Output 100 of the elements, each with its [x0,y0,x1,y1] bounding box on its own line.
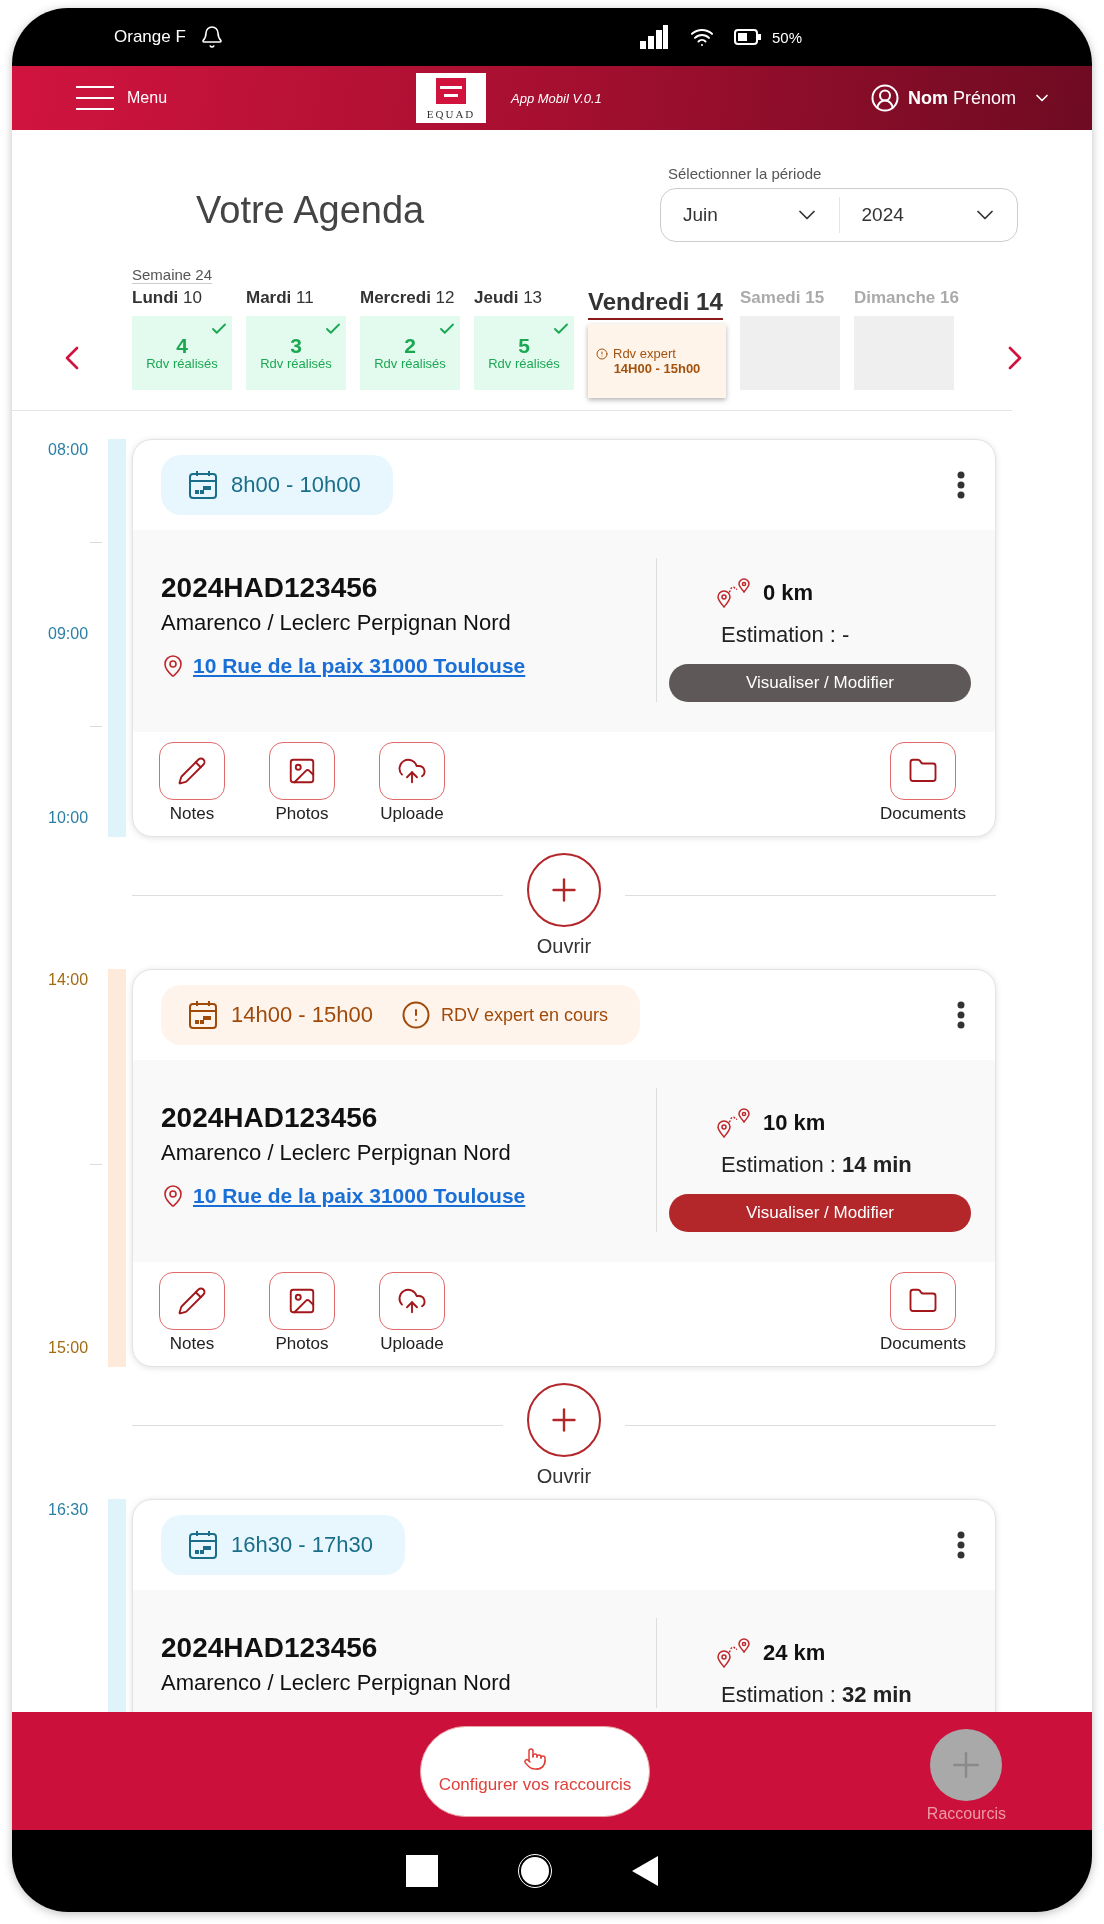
more-icon [957,471,965,499]
alert-text: RDV expert en cours [400,1000,608,1030]
day-label[interactable]: Vendredi 14 [588,288,723,320]
time-slot: 14h00 - 15h00 [231,1002,373,1028]
reference: 2024HAD123456 [161,1102,379,1134]
day-caption: Rdv réalisés [488,356,560,371]
user-name: Nom Prénom [907,87,1016,109]
open-button[interactable]: Ouvrir [503,1383,625,1488]
battery-icon [733,29,762,45]
year-select[interactable]: 2024 [839,188,1017,241]
distance: 0 km [763,580,814,606]
day-count: 3 [290,335,302,356]
tool-button[interactable]: Notes [149,1272,235,1354]
day-label[interactable]: Jeudi 13 [474,288,543,312]
page-title: Votre Agenda [196,188,425,232]
tool-button[interactable]: Documents [873,1272,973,1354]
distance: 24 km [763,1640,826,1666]
day-caption: Rdv réalisés [374,356,446,371]
tool-label: Uploade [380,804,444,824]
open-label: Ouvrir [536,935,592,958]
estimation: Estimation : 32 min [721,1682,912,1708]
tool-button[interactable]: Notes [149,742,235,824]
tool-button[interactable]: Photos [259,742,345,824]
battery-level: 50% [771,28,802,46]
view-edit-button[interactable]: Visualiser / Modifier [669,1194,971,1232]
day-caption: Rdv expert [588,346,676,361]
day-label[interactable]: Mardi 11 [246,288,314,312]
open-label: Ouvrir [536,1465,592,1488]
tool-button[interactable]: Documents [873,742,973,824]
estimation: Estimation : 14 min [721,1152,912,1178]
route-icon [717,1108,751,1138]
time-label: 08:00 [48,441,89,459]
hand-pointer-icon [523,1747,547,1771]
tool-label: Notes [169,1334,215,1354]
address-link[interactable]: 10 Rue de la paix 31000 Toulouse [193,1184,526,1208]
month-select[interactable]: Juin [661,188,839,241]
time-label: 14:00 [48,971,89,989]
tool-label: Uploade [380,1334,444,1354]
day-caption: Rdv réalisés [146,356,218,371]
time-label: 09:00 [48,625,89,643]
time-slot: 8h00 - 10h00 [231,472,361,498]
alert-icon [596,347,608,360]
image-icon [269,1272,335,1330]
period-label: Sélectionner la période [667,164,823,182]
distance: 10 km [763,1110,826,1136]
tool-label: Documents [880,1334,966,1354]
user-menu[interactable]: Nom Prénom [869,83,1052,113]
tool-button[interactable]: Uploade [369,1272,455,1354]
time-label: 10:00 [48,809,89,827]
view-edit-button[interactable]: Visualiser / Modifier [669,664,971,702]
logo-mark-icon [436,78,467,104]
tool-label: Notes [169,804,215,824]
route-icon [717,1638,751,1668]
signal-icon [639,25,668,49]
home-button[interactable] [518,1854,552,1888]
reference: 2024HAD123456 [161,572,379,604]
app-version: App Mobil V.0.1 [511,90,602,106]
cloud-upload-icon [379,742,445,800]
menu-button[interactable]: Menu [76,84,168,112]
calendar-icon [187,469,219,501]
day-time: 14H00 - 15h00 [613,361,701,376]
day-label[interactable]: Lundi 10 [132,288,202,312]
day-caption: Rdv réalisés [260,356,332,371]
bell-icon [199,25,224,49]
more-button[interactable] [957,1001,965,1029]
address-link[interactable]: 10 Rue de la paix 31000 Toulouse [193,654,526,678]
client-name: Amarenco / Leclerc Perpignan Nord [161,610,512,636]
tool-button[interactable]: Uploade [369,742,455,824]
client-name: Amarenco / Leclerc Perpignan Nord [161,1140,512,1166]
more-button[interactable] [957,471,965,499]
folder-icon [890,742,956,800]
user-icon [869,83,900,113]
time-label: 15:00 [48,1339,89,1357]
carrier: Orange F [114,27,186,47]
image-icon [269,742,335,800]
client-name: Amarenco / Leclerc Perpignan Nord [161,1670,512,1696]
cloud-upload-icon [379,1272,445,1330]
week-label: Semaine 24 [132,266,213,284]
reference: 2024HAD123456 [161,1632,379,1664]
day-count: 5 [518,335,530,356]
day-label[interactable]: Mercredi 12 [360,288,455,312]
more-icon [957,1531,965,1559]
map-pin-icon [161,654,185,678]
pencil-icon [159,742,225,800]
configure-shortcuts-button[interactable]: Configurer vos raccourcis [420,1725,650,1817]
map-pin-icon [161,1184,185,1208]
pencil-icon [159,1272,225,1330]
time-slot: 16h30 - 17h30 [231,1532,373,1558]
logo-text: EQUAD [426,108,476,120]
menu-icon [76,84,114,112]
open-button[interactable]: Ouvrir [503,853,625,958]
calendar-icon [187,1529,219,1561]
more-button[interactable] [957,1531,965,1559]
calendar-icon [187,999,219,1031]
time-label: 16:30 [48,1501,89,1519]
tool-button[interactable]: Photos [259,1272,345,1354]
alert-icon [400,1000,431,1030]
day-summary[interactable]: Rdv expert 14H00 - 15h00 [588,324,726,398]
back-button[interactable] [632,1856,658,1886]
route-icon [717,578,751,608]
